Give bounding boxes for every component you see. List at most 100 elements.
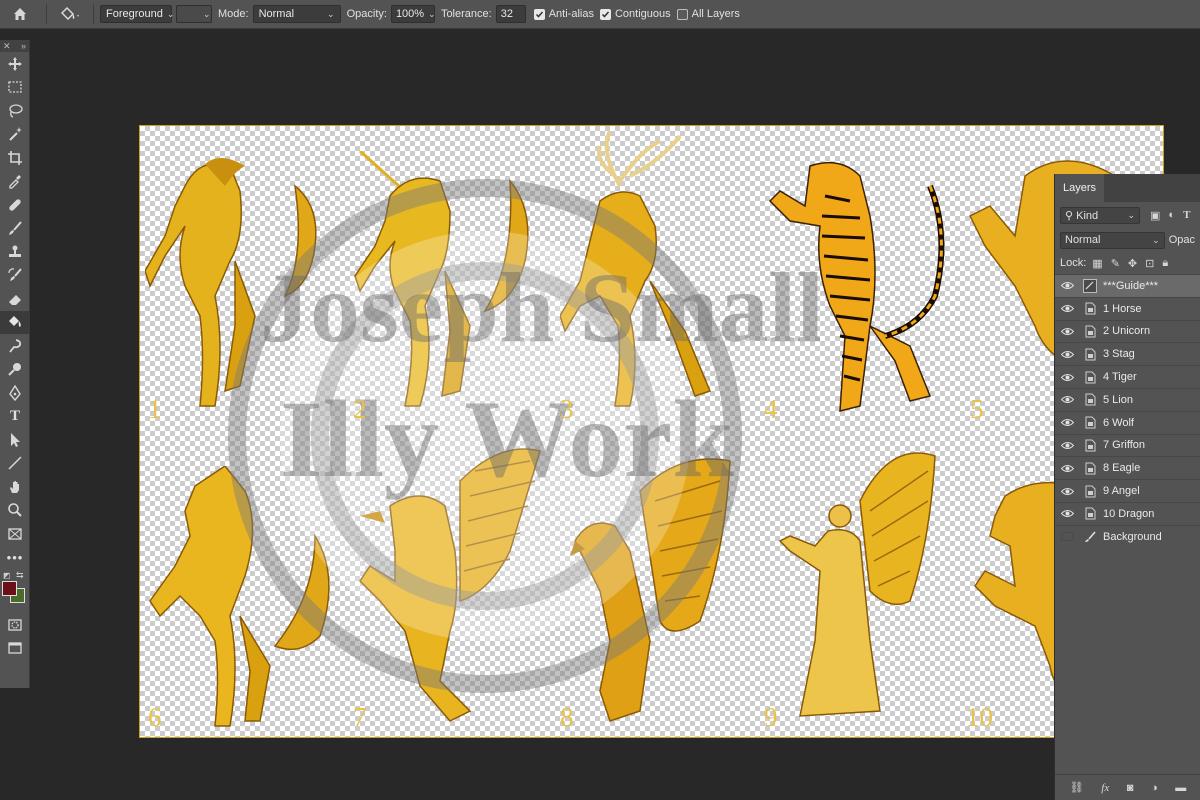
svg-text:Joseph Small: Joseph Small bbox=[260, 252, 820, 363]
lasso-tool[interactable] bbox=[0, 99, 30, 123]
filter-kind-dropdown[interactable]: ⚲ Kind ⌄ bbox=[1060, 206, 1140, 224]
contiguous-checkbox[interactable]: Contiguous bbox=[599, 8, 671, 20]
creature-number-7: 7 bbox=[353, 702, 367, 732]
adjustment-layer-icon[interactable]: ◑ bbox=[1151, 782, 1158, 794]
anti-alias-checkbox[interactable]: Anti-alias bbox=[533, 8, 594, 20]
eye-icon[interactable] bbox=[1055, 464, 1079, 473]
eraser-tool[interactable] bbox=[0, 287, 30, 311]
layer-row[interactable]: 2 Unicorn bbox=[1055, 319, 1200, 343]
clone-stamp-tool[interactable] bbox=[0, 240, 30, 264]
creature-number-2: 2 bbox=[353, 394, 367, 424]
screen-mode-button[interactable] bbox=[0, 637, 30, 661]
tools-panel: ✕ » T ••• ◩ ⇆ bbox=[0, 40, 30, 688]
tool-preset-picker[interactable] bbox=[53, 0, 87, 29]
more-tools-button[interactable]: ••• bbox=[0, 546, 30, 570]
foreground-color-swatch[interactable] bbox=[2, 581, 17, 596]
eye-icon[interactable] bbox=[1055, 509, 1079, 518]
quick-mask-button[interactable] bbox=[0, 613, 30, 637]
hand-tool[interactable] bbox=[0, 475, 30, 499]
layers-panel: Layers ⚲ Kind ⌄ ▣ ◐ T Normal ⌄ Opac Lock: … bbox=[1054, 174, 1200, 800]
eye-icon[interactable] bbox=[1055, 373, 1079, 382]
opacity-label: Opacity: bbox=[346, 8, 387, 20]
healing-brush-tool[interactable] bbox=[0, 193, 30, 217]
brush-tool[interactable] bbox=[0, 217, 30, 241]
type-filter-icon[interactable]: T bbox=[1183, 209, 1190, 221]
home-button[interactable] bbox=[0, 0, 40, 29]
lock-position-icon[interactable]: ✥ bbox=[1128, 257, 1137, 270]
type-tool[interactable]: T bbox=[0, 405, 30, 429]
lock-image-icon[interactable]: ✎ bbox=[1111, 257, 1120, 270]
history-brush-tool[interactable] bbox=[0, 264, 30, 288]
chevron-down-icon: ⌄ bbox=[166, 8, 175, 19]
tolerance-value: 32 bbox=[500, 8, 513, 20]
magic-wand-tool[interactable] bbox=[0, 123, 30, 147]
layer-name: 7 Griffon bbox=[1103, 439, 1145, 452]
move-tool[interactable] bbox=[0, 52, 30, 76]
bandage-icon bbox=[9, 199, 21, 211]
creature-number-6: 6 bbox=[148, 702, 162, 732]
layer-row[interactable]: 7 Griffon bbox=[1055, 433, 1200, 457]
default-colors-icon[interactable]: ◩ bbox=[3, 571, 11, 580]
folder-icon[interactable]: ▬ bbox=[1175, 782, 1186, 794]
layer-row[interactable]: 5 Lion bbox=[1055, 387, 1200, 411]
eye-icon[interactable] bbox=[1055, 395, 1079, 404]
eye-icon[interactable] bbox=[1055, 281, 1079, 290]
eye-icon[interactable] bbox=[1055, 327, 1079, 336]
layer-row[interactable]: 8 Eagle bbox=[1055, 456, 1200, 479]
swap-colors-icon[interactable]: ⇆ bbox=[16, 570, 24, 581]
layer-row[interactable]: 10 Dragon bbox=[1055, 501, 1200, 525]
eye-hidden-icon[interactable] bbox=[1055, 532, 1079, 542]
eye-icon[interactable] bbox=[1055, 350, 1079, 359]
collapse-icon[interactable]: » bbox=[21, 41, 26, 51]
close-icon[interactable]: ✕ bbox=[3, 41, 11, 52]
layer-row[interactable]: ***Guide*** bbox=[1055, 274, 1200, 297]
smudge-tool[interactable] bbox=[0, 334, 30, 358]
pen-tool[interactable] bbox=[0, 381, 30, 405]
lock-all-icon[interactable]: 🔒︎ bbox=[1162, 257, 1168, 270]
pattern-picker[interactable]: ⌄ bbox=[176, 5, 212, 23]
line-tool[interactable] bbox=[0, 452, 30, 476]
layer-row[interactable]: 3 Stag bbox=[1055, 342, 1200, 365]
eye-icon[interactable] bbox=[1055, 418, 1079, 427]
link-icon[interactable]: ⛓ bbox=[1070, 781, 1084, 794]
mask-icon[interactable]: ◙ bbox=[1127, 782, 1134, 794]
paint-bucket-tool[interactable] bbox=[0, 310, 30, 334]
frame-tool[interactable] bbox=[0, 522, 30, 546]
checkbox-checked-icon bbox=[599, 8, 611, 20]
smart-object-icon bbox=[1083, 393, 1097, 407]
blend-mode-dropdown[interactable]: Normal ⌄ bbox=[1060, 231, 1165, 249]
tab-layers[interactable]: Layers bbox=[1055, 174, 1105, 202]
layer-row[interactable]: 6 Wolf bbox=[1055, 410, 1200, 434]
layer-row[interactable]: 1 Horse bbox=[1055, 296, 1200, 320]
layer-name: 2 Unicorn bbox=[1103, 325, 1151, 338]
smart-object-icon bbox=[1083, 324, 1097, 338]
marquee-tool[interactable] bbox=[0, 76, 30, 100]
layer-row[interactable]: Background bbox=[1055, 524, 1200, 548]
opacity-field[interactable]: 100% ⌄ bbox=[390, 5, 436, 23]
eye-icon[interactable] bbox=[1055, 441, 1079, 450]
fill-source-dropdown[interactable]: Foreground ⌄ bbox=[100, 5, 175, 23]
document-canvas[interactable]: Joseph Small Illy Work 1 2 3 4 5 6 7 8 9… bbox=[139, 125, 1164, 738]
layers-panel-tabs: Layers bbox=[1055, 174, 1200, 202]
eyedropper-tool[interactable] bbox=[0, 170, 30, 194]
layer-row[interactable]: 9 Angel bbox=[1055, 479, 1200, 502]
path-selection-tool[interactable] bbox=[0, 428, 30, 452]
eye-icon[interactable] bbox=[1055, 304, 1079, 313]
fill-source-value: Foreground bbox=[106, 8, 163, 20]
fx-icon[interactable]: fx bbox=[1101, 782, 1109, 794]
search-icon: ⚲ bbox=[1065, 209, 1074, 222]
blend-mode-row: Normal ⌄ Opac bbox=[1055, 228, 1200, 252]
all-layers-checkbox[interactable]: All Layers bbox=[676, 8, 740, 20]
eye-icon[interactable] bbox=[1055, 487, 1079, 496]
layer-name: 10 Dragon bbox=[1103, 507, 1155, 520]
mode-dropdown[interactable]: Normal ⌄ bbox=[252, 5, 341, 23]
dodge-tool[interactable] bbox=[0, 358, 30, 382]
pixel-filter-icon[interactable]: ▣ bbox=[1150, 209, 1160, 222]
crop-tool[interactable] bbox=[0, 146, 30, 170]
tolerance-field[interactable]: 32 bbox=[495, 5, 526, 23]
zoom-tool[interactable] bbox=[0, 499, 30, 523]
lock-artboard-icon[interactable]: ⊡ bbox=[1145, 257, 1154, 270]
layer-row[interactable]: 4 Tiger bbox=[1055, 365, 1200, 388]
lock-transparent-icon[interactable]: ▦ bbox=[1092, 257, 1102, 270]
adjustment-filter-icon[interactable]: ◐ bbox=[1168, 209, 1175, 221]
